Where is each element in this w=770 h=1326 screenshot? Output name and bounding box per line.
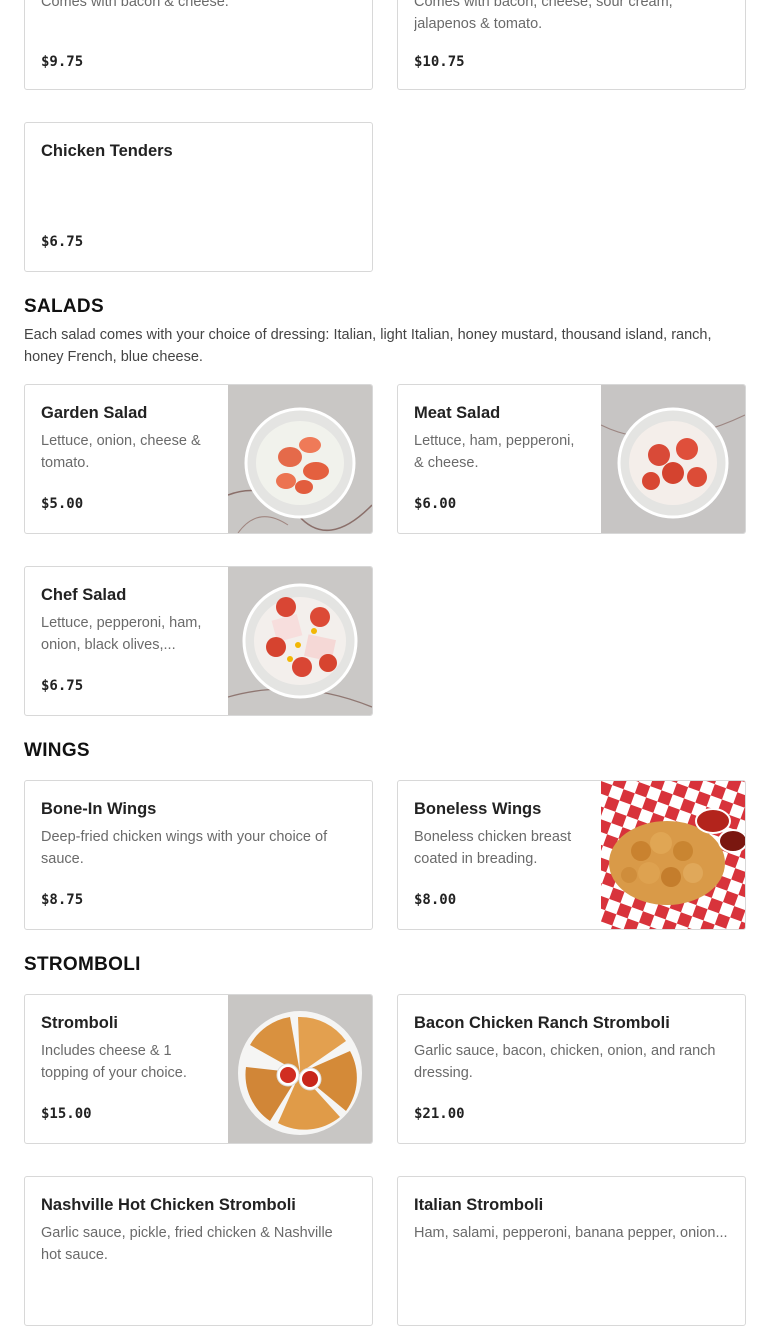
menu-item-bone-in-wings[interactable]: Bone-In Wings Deep-fried chicken wings w… [24,780,373,930]
item-name: Boneless Wings [414,800,542,818]
item-price: $8.00 [414,892,457,908]
section-description-salads: Each salad comes with your choice of dre… [24,327,712,365]
item-price: $8.75 [41,892,84,908]
section-title-salads: SALADS [24,296,104,317]
item-name: Chicken Tenders [41,142,173,160]
item-description: Garlic sauce, bacon, chicken, onion, and… [414,1043,716,1081]
item-name: Bacon Chicken Ranch Stromboli [414,1014,670,1032]
menu-item-garden-salad[interactable]: Garden Salad Lettuce, onion, cheese & to… [24,384,373,534]
menu-item-card[interactable]: Comes with bacon, cheese, sour cream, ja… [397,0,746,90]
item-price: $10.75 [414,54,465,70]
item-name: Italian Stromboli [414,1196,544,1214]
menu-item-chicken-tenders[interactable]: Chicken Tenders $6.75 [24,122,373,272]
menu-item-stromboli[interactable]: Stromboli Includes cheese & 1 topping of… [24,994,373,1144]
item-description: Comes with bacon & cheese. [41,0,229,10]
item-description: Ham, salami, pepperoni, banana pepper, o… [414,1225,728,1241]
item-description: Boneless chicken breast coated in breadi… [414,829,572,867]
item-description: Lettuce, ham, pepperoni, & cheese. [414,433,575,471]
item-description: Comes with bacon, cheese, sour cream, ja… [414,0,673,32]
chef-salad-image [228,567,372,715]
item-name: Bone-In Wings [41,800,157,818]
item-name: Garden Salad [41,404,148,422]
item-price: $6.75 [41,678,84,694]
item-description: Garlic sauce, pickle, fried chicken & Na… [41,1225,333,1263]
section-title-stromboli: STROMBOLI [24,954,141,975]
menu-item-card[interactable]: Comes with bacon & cheese. $9.75 [24,0,373,90]
item-price: $6.00 [414,496,457,512]
garden-salad-image [228,385,372,533]
menu-item-boneless-wings[interactable]: Boneless Wings Boneless chicken breast c… [397,780,746,930]
item-description: Lettuce, onion, cheese & tomato. [41,433,201,471]
item-price: $15.00 [41,1106,92,1122]
item-description: Lettuce, pepperoni, ham, onion, black ol… [41,615,202,653]
meat-salad-image [601,385,745,533]
item-name: Nashville Hot Chicken Stromboli [41,1196,296,1214]
item-name: Stromboli [41,1014,118,1032]
item-price: $9.75 [41,54,84,70]
menu-item-bacon-chicken-ranch-stromboli[interactable]: Bacon Chicken Ranch Stromboli Garlic sau… [397,994,746,1144]
item-name: Meat Salad [414,404,501,422]
menu-item-chef-salad[interactable]: Chef Salad Lettuce, pepperoni, ham, onio… [24,566,373,716]
menu-item-nashville-hot-chicken-stromboli[interactable]: Nashville Hot Chicken Stromboli Garlic s… [24,1176,373,1326]
item-description: Deep-fried chicken wings with your choic… [41,829,328,867]
item-price: $6.75 [41,234,84,250]
item-description: Includes cheese & 1 topping of your choi… [41,1043,187,1081]
boneless-wings-image [601,781,745,929]
menu-item-italian-stromboli[interactable]: Italian Stromboli Ham, salami, pepperoni… [397,1176,746,1326]
item-name: Chef Salad [41,586,127,604]
menu-item-meat-salad[interactable]: Meat Salad Lettuce, ham, pepperoni, & ch… [397,384,746,534]
section-title-wings: WINGS [24,740,90,761]
stromboli-image [228,995,372,1143]
item-price: $21.00 [414,1106,465,1122]
item-price: $5.00 [41,496,84,512]
